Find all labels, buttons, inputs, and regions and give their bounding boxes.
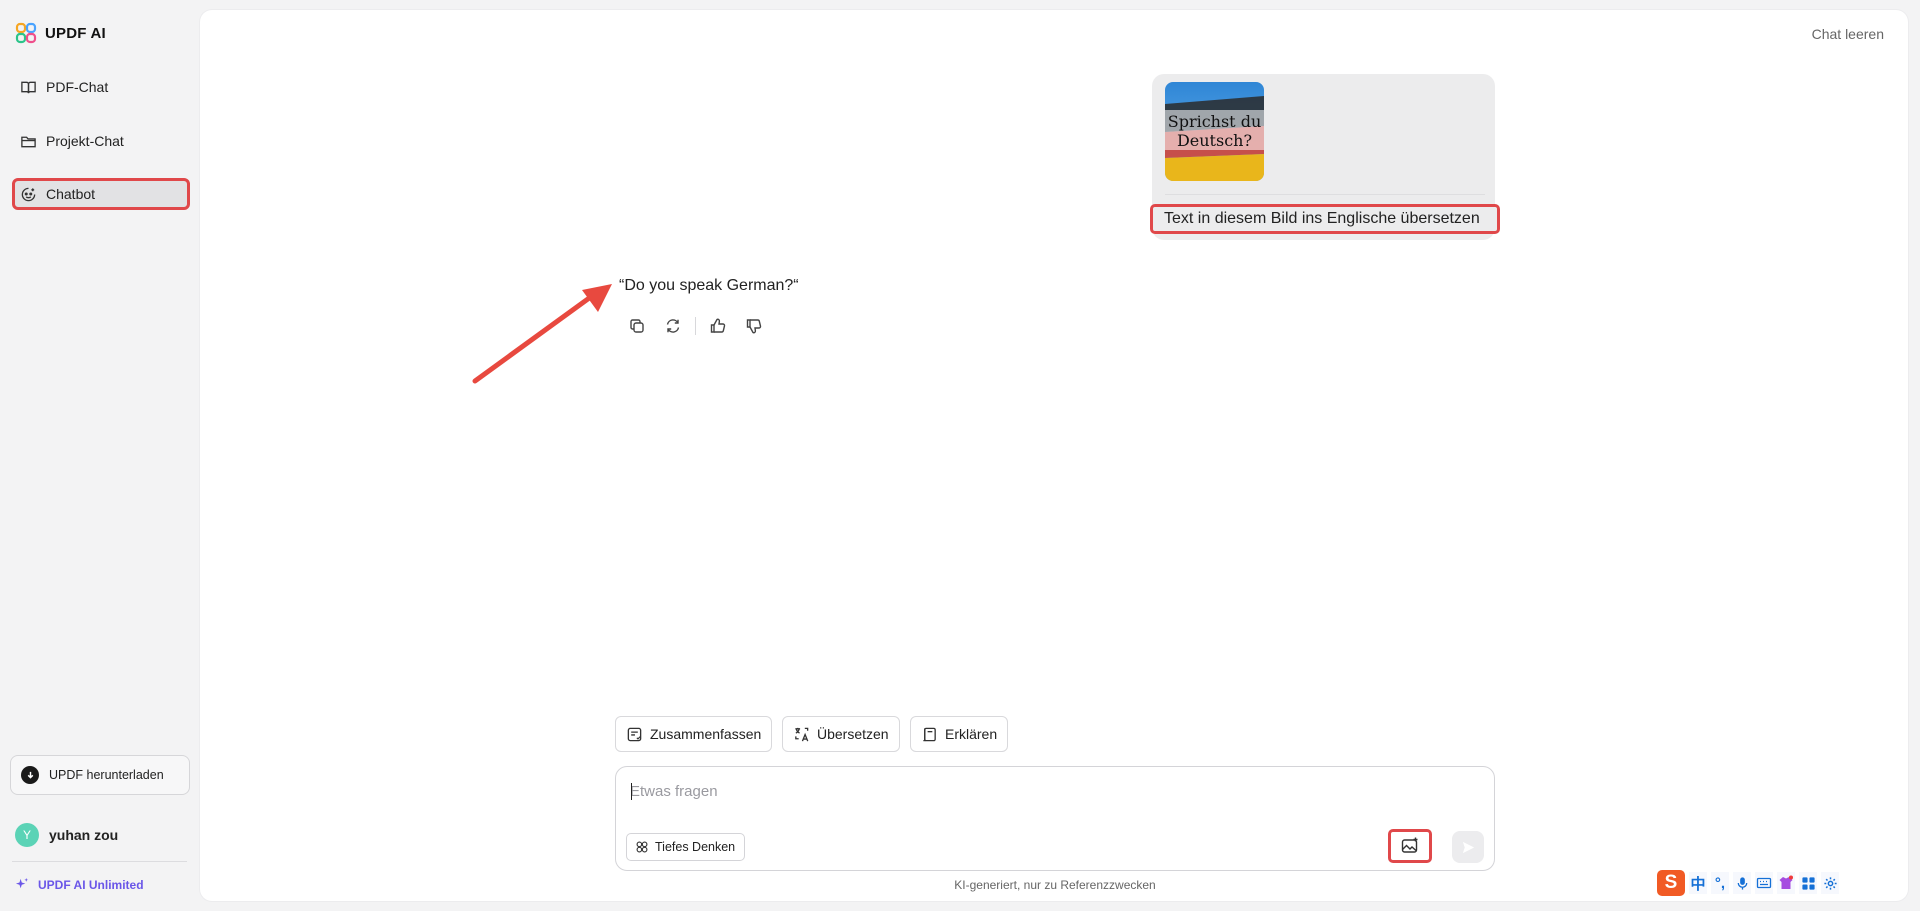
thumbs-down-button[interactable] bbox=[736, 314, 772, 338]
summarize-label: Zusammenfassen bbox=[650, 726, 762, 742]
explain-label: Erklären bbox=[945, 726, 998, 742]
app-logo[interactable]: UPDF AI bbox=[15, 22, 106, 44]
explain-icon bbox=[923, 727, 936, 741]
user-message-bubble: Sprichst du Deutsch? Text in diesem Bild… bbox=[1150, 74, 1500, 240]
bot-icon bbox=[21, 187, 36, 201]
ime-skin-button[interactable] bbox=[1777, 872, 1795, 894]
chat-composer: Tiefes Denken bbox=[615, 766, 1495, 871]
attached-image-thumbnail[interactable]: Sprichst du Deutsch? bbox=[1165, 82, 1264, 181]
clear-chat-button[interactable]: Chat leeren bbox=[1812, 26, 1884, 42]
image-text-line1: Sprichst du bbox=[1168, 112, 1262, 131]
ime-keyboard-button[interactable] bbox=[1755, 872, 1773, 894]
bubble-divider bbox=[1165, 194, 1485, 195]
ime-language[interactable]: 中 bbox=[1689, 872, 1707, 894]
microphone-icon bbox=[1737, 876, 1747, 890]
copy-button[interactable] bbox=[619, 314, 655, 338]
deep-think-icon bbox=[636, 841, 648, 853]
thumbs-up-button[interactable] bbox=[700, 314, 736, 338]
app-name: UPDF AI bbox=[45, 24, 106, 42]
sidebar-item-chatbot[interactable]: Chatbot bbox=[12, 178, 190, 210]
user-profile[interactable]: Y yuhan zou bbox=[15, 823, 118, 847]
user-message-text: Text in diesem Bild ins Englische überse… bbox=[1150, 204, 1500, 234]
sidebar-item-label: Projekt-Chat bbox=[46, 133, 124, 149]
download-label: UPDF herunterladen bbox=[49, 768, 164, 782]
text-caret bbox=[631, 783, 632, 800]
deep-think-button[interactable]: Tiefes Denken bbox=[626, 833, 746, 861]
copy-icon bbox=[630, 319, 644, 333]
upload-image-button[interactable] bbox=[1388, 829, 1432, 863]
updf-logo-icon bbox=[15, 22, 37, 44]
chat-panel: Chat leeren Sprichst du Deutsch? Text in… bbox=[200, 10, 1908, 901]
sidebar-divider bbox=[12, 861, 187, 862]
folder-icon bbox=[21, 136, 36, 147]
send-icon bbox=[1462, 841, 1474, 853]
sidebar-item-projekt-chat[interactable]: Projekt-Chat bbox=[12, 125, 190, 157]
german-flag-image: Sprichst du Deutsch? bbox=[1165, 82, 1264, 181]
ime-apps-button[interactable] bbox=[1799, 872, 1817, 894]
send-button[interactable] bbox=[1452, 831, 1484, 863]
book-icon bbox=[21, 81, 36, 93]
translate-label: Übersetzen bbox=[817, 726, 889, 742]
annotation-arrow-icon bbox=[472, 284, 612, 384]
ime-punctuation[interactable]: °, bbox=[1711, 872, 1729, 894]
ai-answer-text: “Do you speak German?“ bbox=[619, 277, 799, 294]
sogou-logo[interactable]: S bbox=[1657, 870, 1685, 896]
plan-label: UPDF AI Unlimited bbox=[38, 877, 144, 892]
explain-button[interactable]: Erklären bbox=[910, 716, 1009, 752]
deep-think-label: Tiefes Denken bbox=[655, 840, 736, 854]
sidebar: UPDF AI PDF-Chat Projekt-Chat Chatbot UP… bbox=[0, 0, 200, 911]
grid-icon bbox=[1801, 876, 1815, 890]
translate-icon bbox=[795, 727, 809, 741]
sidebar-item-label: PDF-Chat bbox=[46, 79, 109, 95]
sparkle-icon bbox=[15, 877, 29, 889]
regenerate-button[interactable] bbox=[655, 314, 691, 338]
shirt-icon bbox=[1779, 875, 1793, 889]
user-name: yuhan zou bbox=[49, 827, 119, 843]
sidebar-item-pdf-chat[interactable]: PDF-Chat bbox=[12, 71, 190, 103]
summarize-icon bbox=[627, 727, 642, 741]
summarize-button[interactable]: Zusammenfassen bbox=[615, 716, 773, 752]
gear-icon bbox=[1823, 876, 1837, 890]
image-upload-icon bbox=[1401, 837, 1418, 853]
ai-disclaimer: KI-generiert, nur zu Referenzzwecken bbox=[954, 878, 1156, 892]
answer-actions bbox=[619, 314, 772, 338]
thumbs-down-icon bbox=[746, 319, 762, 334]
download-icon bbox=[21, 766, 39, 784]
sidebar-item-label: Chatbot bbox=[46, 186, 96, 202]
plan-link[interactable]: UPDF AI Unlimited bbox=[15, 877, 144, 892]
ime-toolbar[interactable]: S 中 °, bbox=[1655, 869, 1863, 897]
translate-button[interactable]: Übersetzen bbox=[782, 716, 900, 752]
avatar: Y bbox=[15, 823, 39, 847]
actions-divider bbox=[695, 317, 696, 335]
ime-settings-button[interactable] bbox=[1821, 872, 1839, 894]
ime-mic-button[interactable] bbox=[1733, 872, 1751, 894]
chat-input[interactable] bbox=[630, 779, 1470, 803]
thumbs-up-icon bbox=[710, 318, 726, 333]
download-updf-button[interactable]: UPDF herunterladen bbox=[10, 755, 190, 795]
refresh-icon bbox=[666, 319, 680, 333]
keyboard-icon bbox=[1756, 877, 1772, 889]
image-text-line2: Deutsch? bbox=[1177, 131, 1252, 150]
